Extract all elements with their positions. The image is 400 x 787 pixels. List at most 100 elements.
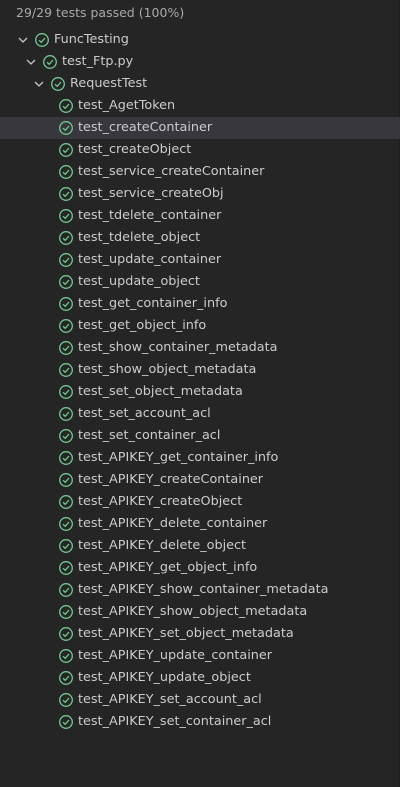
test-item[interactable]: test_APIKEY_update_object bbox=[0, 667, 400, 689]
test-item[interactable]: test_APIKEY_delete_object bbox=[0, 535, 400, 557]
test-item[interactable]: test_APIKEY_show_object_metadata bbox=[0, 601, 400, 623]
test-item[interactable]: test_service_createContainer bbox=[0, 161, 400, 183]
test-label: test_APIKEY_createObject bbox=[78, 494, 243, 509]
test-item[interactable]: test_APIKEY_createContainer bbox=[0, 469, 400, 491]
test-item[interactable]: test_set_object_metadata bbox=[0, 381, 400, 403]
suite-label: FuncTesting bbox=[54, 32, 129, 47]
chevron-down-icon[interactable] bbox=[32, 73, 46, 95]
test-label: test_AgetToken bbox=[78, 98, 176, 113]
check-circle-icon bbox=[58, 626, 74, 642]
check-circle-icon bbox=[58, 604, 74, 620]
test-item[interactable]: test_get_object_info bbox=[0, 315, 400, 337]
check-circle-icon bbox=[58, 472, 74, 488]
check-circle-icon bbox=[50, 76, 66, 92]
test-item[interactable]: test_APIKEY_set_account_acl bbox=[0, 689, 400, 711]
check-circle-icon bbox=[58, 120, 74, 136]
test-label: test_show_container_metadata bbox=[78, 340, 278, 355]
test-label: test_service_createObj bbox=[78, 186, 224, 201]
test-item[interactable]: test_APIKEY_get_object_info bbox=[0, 557, 400, 579]
test-item[interactable]: test_APIKEY_set_object_metadata bbox=[0, 623, 400, 645]
test-item[interactable]: test_tdelete_object bbox=[0, 227, 400, 249]
test-item[interactable]: test_update_object bbox=[0, 271, 400, 293]
test-item[interactable]: test_show_object_metadata bbox=[0, 359, 400, 381]
test-label: test_createObject bbox=[78, 142, 192, 157]
check-circle-icon bbox=[58, 516, 74, 532]
file-label: test_Ftp.py bbox=[62, 54, 134, 69]
class-label: RequestTest bbox=[70, 76, 148, 91]
test-label: test_APIKEY_show_container_metadata bbox=[78, 582, 329, 597]
check-circle-icon bbox=[58, 406, 74, 422]
check-circle-icon bbox=[58, 428, 74, 444]
test-label: test_show_object_metadata bbox=[78, 362, 257, 377]
test-item[interactable]: test_APIKEY_set_container_acl bbox=[0, 711, 400, 733]
test-label: test_update_object bbox=[78, 274, 200, 289]
check-circle-icon bbox=[58, 450, 74, 466]
test-summary: 29/29 tests passed (100%) bbox=[16, 5, 185, 20]
test-label: test_APIKEY_createContainer bbox=[78, 472, 264, 487]
test-label: test_APIKEY_set_object_metadata bbox=[78, 626, 294, 641]
test-item[interactable]: test_APIKEY_delete_container bbox=[0, 513, 400, 535]
check-circle-icon bbox=[58, 98, 74, 114]
check-circle-icon bbox=[34, 32, 50, 48]
test-label: test_tdelete_object bbox=[78, 230, 201, 245]
test-label: test_APIKEY_update_object bbox=[78, 670, 251, 685]
test-item[interactable]: test_APIKEY_update_container bbox=[0, 645, 400, 667]
check-circle-icon bbox=[58, 318, 74, 334]
check-circle-icon bbox=[58, 538, 74, 554]
test-item[interactable]: test_show_container_metadata bbox=[0, 337, 400, 359]
check-circle-icon bbox=[58, 670, 74, 686]
test-item[interactable]: test_createObject bbox=[0, 139, 400, 161]
check-circle-icon bbox=[58, 142, 74, 158]
chevron-down-icon[interactable] bbox=[16, 29, 30, 51]
test-label: test_set_account_acl bbox=[78, 406, 211, 421]
test-label: test_get_container_info bbox=[78, 296, 228, 311]
check-circle-icon bbox=[58, 582, 74, 598]
test-label: test_APIKEY_delete_container bbox=[78, 516, 268, 531]
check-circle-icon bbox=[58, 362, 74, 378]
test-item[interactable]: test_APIKEY_show_container_metadata bbox=[0, 579, 400, 601]
test-item[interactable]: test_createContainer bbox=[0, 117, 400, 139]
tree-item-suite[interactable]: FuncTesting bbox=[0, 29, 400, 51]
check-circle-icon bbox=[42, 54, 58, 70]
test-label: test_APIKEY_get_object_info bbox=[78, 560, 258, 575]
test-label: test_APIKEY_delete_object bbox=[78, 538, 247, 553]
test-item[interactable]: test_AgetToken bbox=[0, 95, 400, 117]
check-circle-icon bbox=[58, 384, 74, 400]
test-label: test_service_createContainer bbox=[78, 164, 265, 179]
test-tree: FuncTesting test_Ftp.py RequestTest test… bbox=[0, 29, 400, 733]
test-item[interactable]: test_APIKEY_createObject bbox=[0, 491, 400, 513]
check-circle-icon bbox=[58, 274, 74, 290]
chevron-down-icon[interactable] bbox=[24, 51, 38, 73]
test-label: test_get_object_info bbox=[78, 318, 207, 333]
test-list: test_AgetToken test_createContainer test_c… bbox=[0, 95, 400, 733]
test-label: test_createContainer bbox=[78, 120, 213, 135]
check-circle-icon bbox=[58, 186, 74, 202]
tree-item-file[interactable]: test_Ftp.py bbox=[0, 51, 400, 73]
test-label: test_tdelete_container bbox=[78, 208, 222, 223]
test-item[interactable]: test_update_container bbox=[0, 249, 400, 271]
test-label: test_APIKEY_set_container_acl bbox=[78, 714, 272, 729]
check-circle-icon bbox=[58, 714, 74, 730]
test-label: test_APIKEY_set_account_acl bbox=[78, 692, 262, 707]
test-item[interactable]: test_set_account_acl bbox=[0, 403, 400, 425]
test-item[interactable]: test_get_container_info bbox=[0, 293, 400, 315]
test-label: test_APIKEY_update_container bbox=[78, 648, 273, 663]
tree-item-class[interactable]: RequestTest bbox=[0, 73, 400, 95]
test-item[interactable]: test_APIKEY_get_container_info bbox=[0, 447, 400, 469]
test-item[interactable]: test_tdelete_container bbox=[0, 205, 400, 227]
check-circle-icon bbox=[58, 648, 74, 664]
check-circle-icon bbox=[58, 494, 74, 510]
test-item[interactable]: test_set_container_acl bbox=[0, 425, 400, 447]
test-label: test_set_container_acl bbox=[78, 428, 221, 443]
check-circle-icon bbox=[58, 560, 74, 576]
test-label: test_set_object_metadata bbox=[78, 384, 243, 399]
test-label: test_APIKEY_show_object_metadata bbox=[78, 604, 308, 619]
test-label: test_update_container bbox=[78, 252, 222, 267]
test-item[interactable]: test_service_createObj bbox=[0, 183, 400, 205]
check-circle-icon bbox=[58, 692, 74, 708]
check-circle-icon bbox=[58, 208, 74, 224]
check-circle-icon bbox=[58, 164, 74, 180]
check-circle-icon bbox=[58, 340, 74, 356]
check-circle-icon bbox=[58, 252, 74, 268]
test-explorer-panel: 29/29 tests passed (100%) FuncTesting te… bbox=[0, 0, 400, 787]
